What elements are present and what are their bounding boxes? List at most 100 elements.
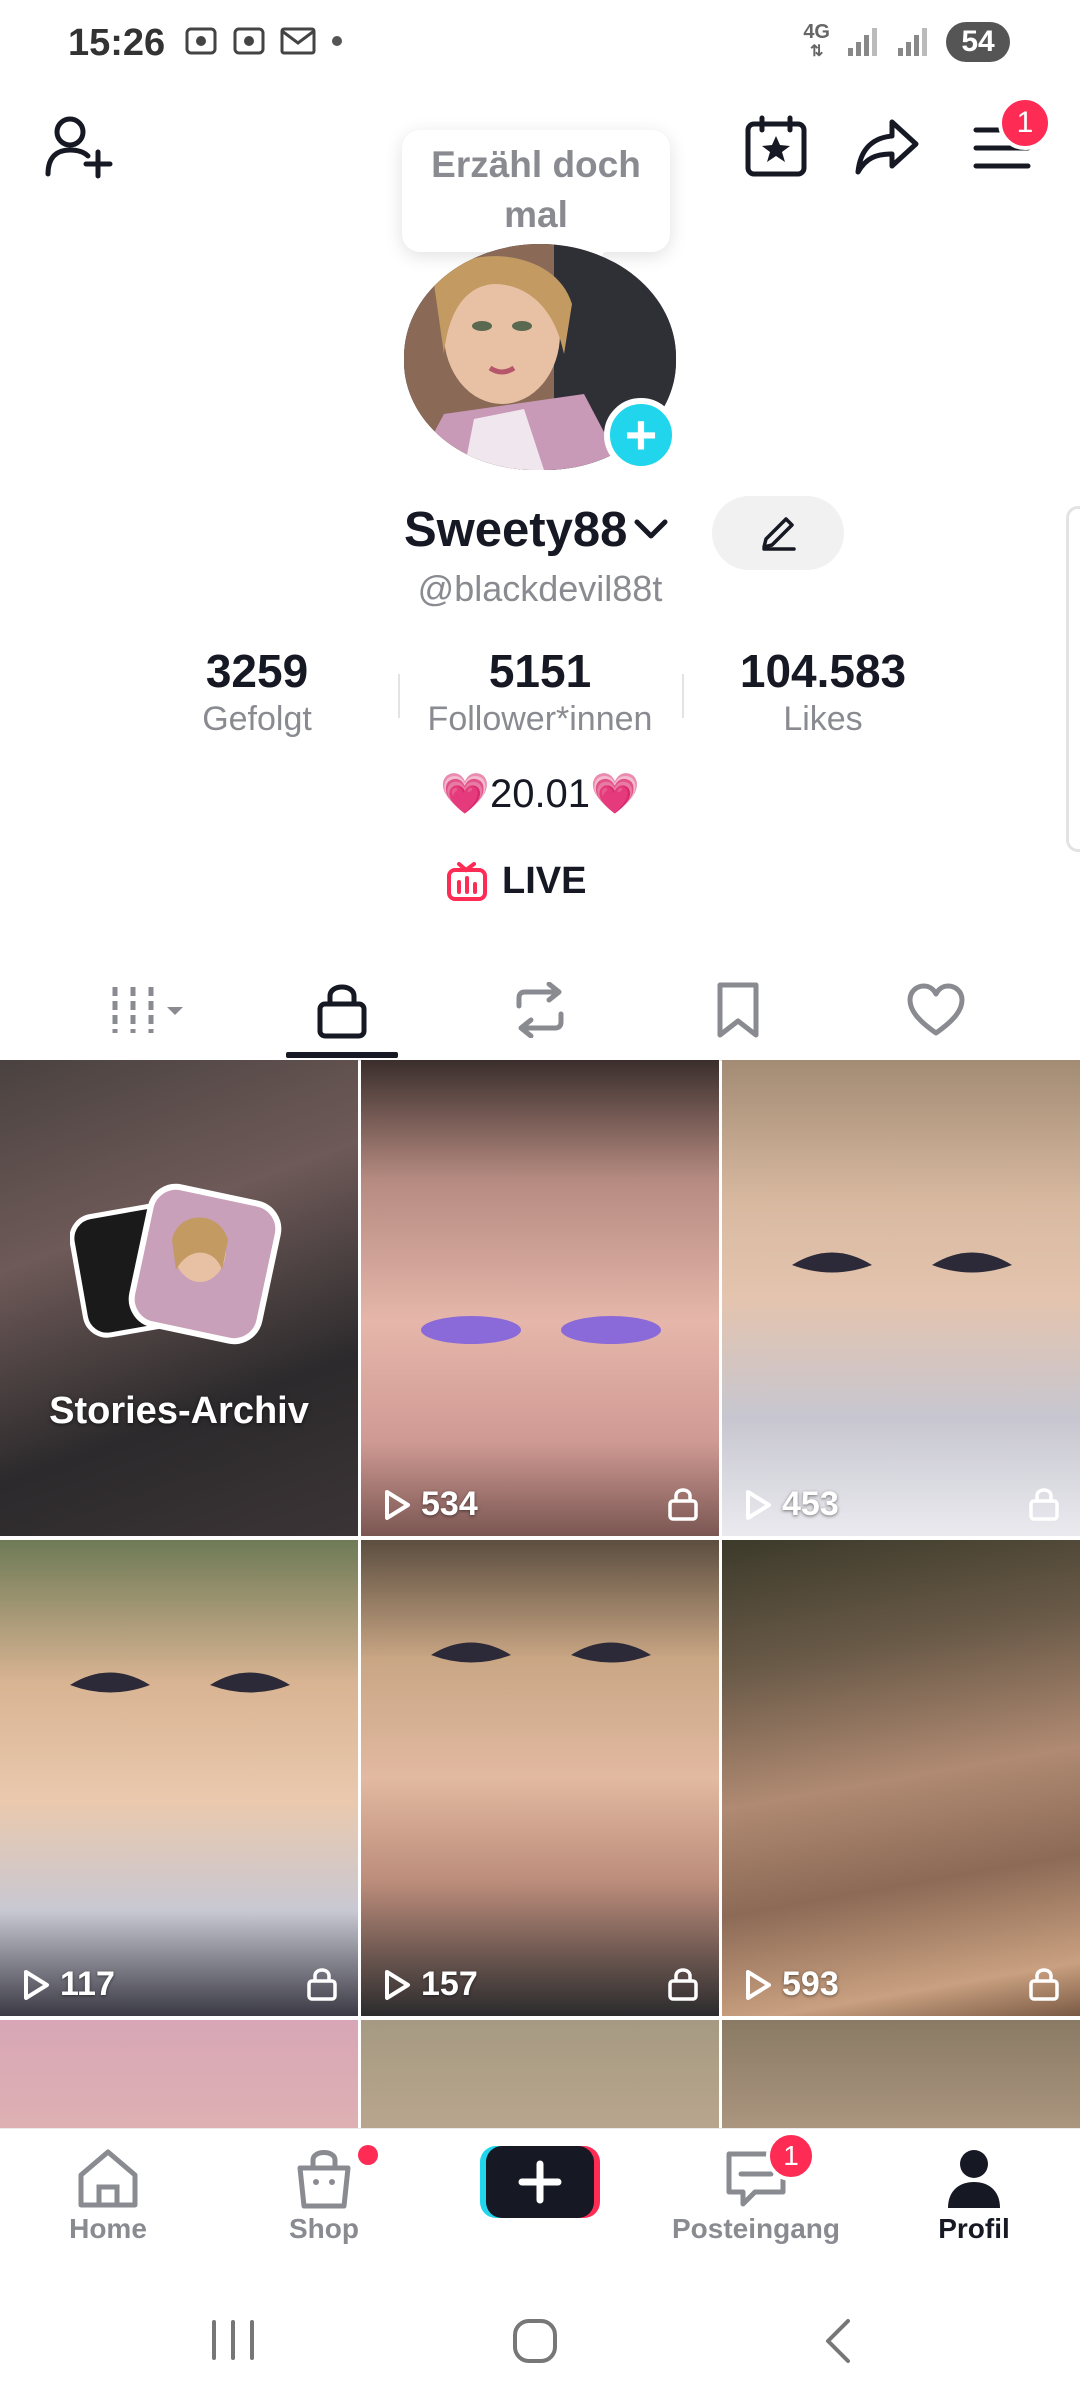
stat-label: Follower*innen (427, 700, 653, 738)
view-count-value: 453 (782, 1485, 839, 1523)
live-label: LIVE (502, 860, 587, 902)
play-icon (746, 1969, 771, 2000)
nav-shop[interactable]: Shop (234, 2143, 414, 2245)
signal-icon (898, 28, 927, 56)
nav-inbox[interactable]: Posteingang (666, 2143, 846, 2245)
video-tile[interactable]: 593 (722, 1540, 1080, 2016)
tab-liked[interactable] (866, 960, 1006, 1060)
nav-home[interactable]: Home (18, 2143, 198, 2245)
side-scroll-handle[interactable] (1066, 506, 1080, 852)
screenshot-icon (233, 27, 265, 55)
stat-label: Gefolgt (202, 700, 312, 738)
eye-makeup (421, 1316, 661, 1344)
video-tile[interactable]: 117 (0, 1540, 358, 2016)
eye-makeup (70, 1672, 290, 1693)
nav-profile[interactable]: Profil (884, 2143, 1064, 2245)
calendar-star-icon (745, 115, 807, 177)
video-tile[interactable]: 453 (722, 1060, 1080, 1536)
view-count: 117 (22, 1965, 115, 2004)
lock-icon (317, 984, 367, 1039)
lock-icon (1029, 1488, 1059, 1521)
chevron-down-icon (634, 519, 668, 539)
shopping-bag-icon (297, 2150, 351, 2209)
calendar-button[interactable] (744, 114, 808, 178)
view-count-value: 593 (782, 1965, 839, 2003)
home-icon (78, 2149, 138, 2208)
stat-value: 104.583 (739, 645, 907, 697)
nav-home-label: Home (69, 2213, 147, 2244)
video-tile[interactable] (0, 2020, 358, 2130)
stat-likes[interactable]: 104.583 Likes (688, 644, 958, 739)
heart-icon (907, 983, 965, 1036)
view-count: 534 (383, 1485, 478, 1524)
repost-icon (516, 982, 564, 1038)
add-user-icon (45, 116, 113, 179)
back-icon (826, 2319, 850, 2363)
eye-makeup (792, 1252, 1012, 1273)
status-time: 15:26 (68, 22, 166, 64)
add-friend-button[interactable] (42, 112, 114, 180)
status-prompt-bubble[interactable]: Erzähl doch mal (402, 130, 670, 252)
mail-icon (280, 27, 316, 55)
shop-notification-dot (358, 2145, 378, 2165)
video-grid: Stories-Archiv 534 453 117 157 593 (0, 1060, 1080, 2130)
nav-shop-label: Shop (289, 2213, 359, 2244)
edit-profile-button[interactable] (712, 496, 844, 570)
screenshot-icon (185, 27, 217, 55)
tab-videos[interactable] (82, 960, 222, 1060)
recent-apps-icon (212, 2320, 254, 2360)
view-count: 453 (744, 1485, 839, 1524)
live-tv-icon (447, 861, 487, 901)
stat-label: Likes (783, 700, 863, 738)
tab-saved[interactable] (668, 960, 808, 1060)
status-right: 4G ⇅ 54 (803, 22, 1010, 62)
user-handle: @blackdevil88t (417, 568, 663, 609)
stories-archive-tile[interactable]: Stories-Archiv (0, 1060, 358, 1536)
video-tile[interactable] (722, 2020, 1080, 2130)
lock-icon (1029, 1968, 1059, 2001)
bookmark-icon (717, 982, 759, 1038)
view-count: 593 (744, 1965, 839, 2004)
play-icon (24, 1969, 49, 2000)
view-count: 157 (383, 1965, 478, 2004)
pencil-icon (762, 517, 796, 551)
view-count-value: 534 (421, 1485, 478, 1523)
live-button[interactable]: LIVE (446, 860, 586, 903)
home-system-icon (513, 2319, 557, 2363)
tab-reposts[interactable] (470, 960, 610, 1060)
lock-icon (668, 1488, 698, 1521)
eye-makeup (431, 1642, 651, 1663)
stat-followers[interactable]: 5151 Follower*innen (405, 644, 675, 739)
stat-divider (682, 674, 684, 718)
play-icon (385, 1489, 410, 1520)
stat-value: 5151 (488, 645, 592, 697)
video-tile[interactable]: 534 (361, 1060, 719, 1536)
display-name: Sweety88 (404, 503, 628, 557)
menu-notification-badge: 1 (998, 96, 1052, 150)
create-button[interactable] (480, 2142, 600, 2220)
play-icon (385, 1969, 410, 2000)
stat-divider (398, 674, 400, 718)
video-tile[interactable]: 157 (361, 1540, 719, 2016)
stories-stack-icon (70, 1183, 282, 1345)
video-tile[interactable] (361, 2020, 719, 2130)
stories-archive-label: Stories-Archiv (49, 1390, 309, 1432)
network-label: 4G (803, 21, 830, 43)
nav-profile-label: Profil (938, 2213, 1010, 2244)
plus-icon (480, 2146, 600, 2218)
profile-tabs (0, 960, 1080, 1061)
stat-following[interactable]: 3259 Gefolgt (122, 644, 392, 739)
profile-icon (948, 2150, 1000, 2208)
battery-indicator: 54 (946, 22, 1010, 62)
view-count-value: 117 (60, 1965, 115, 2003)
lock-icon (307, 1968, 337, 2001)
share-button[interactable] (854, 116, 922, 176)
username-switcher[interactable]: Sweety88 (404, 502, 669, 558)
add-story-button[interactable]: + (604, 398, 678, 472)
grid-icon (112, 987, 183, 1033)
lock-icon (668, 1968, 698, 2001)
inbox-badge: 1 (766, 2131, 816, 2181)
signal-icon (848, 28, 877, 56)
tab-private[interactable] (272, 960, 412, 1060)
view-count-value: 157 (421, 1965, 478, 2003)
